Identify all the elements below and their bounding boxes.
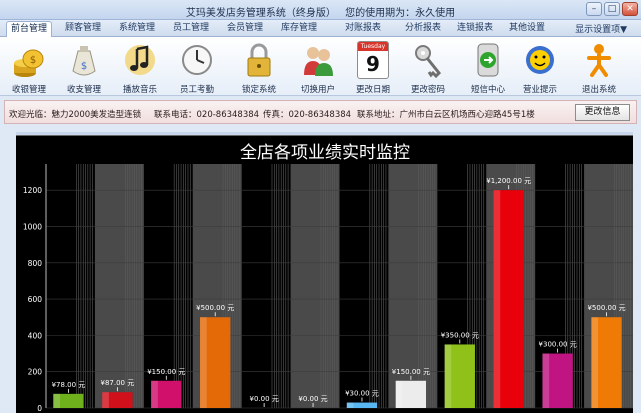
usage-period: 您的使用期为：永久使用 xyxy=(345,8,456,19)
play-music-button[interactable]: 播放音乐 xyxy=(117,39,163,95)
tab-reconcile-reports[interactable]: 对账报表 xyxy=(340,21,386,37)
bar-value-label: ¥500.00 元 xyxy=(196,304,234,312)
switch-user-button[interactable]: 切换用户 xyxy=(295,39,341,95)
minimize-button[interactable]: – xyxy=(586,2,602,16)
tab-customers[interactable]: 顾客管理 xyxy=(60,21,106,37)
maximize-button[interactable]: □ xyxy=(604,2,620,16)
bar-value-label: ¥30.00 元 xyxy=(345,390,379,398)
tab-staff[interactable]: 员工管理 xyxy=(168,21,214,37)
cashier-button[interactable]: $ 收银管理 xyxy=(6,39,52,95)
lock-system-button[interactable]: 锁定系统 xyxy=(236,39,282,95)
tab-members[interactable]: 会员管理 xyxy=(222,21,268,37)
phone-text: 联系电话：020-86348384 xyxy=(154,110,260,120)
smiley-icon xyxy=(526,46,554,74)
close-button[interactable]: ✕ xyxy=(622,2,638,16)
bar-value-label: ¥150.00 元 xyxy=(392,368,430,376)
chart-bar-highlight xyxy=(444,344,452,408)
exit-system-button[interactable]: 退出系统 xyxy=(576,39,622,95)
chart-bar-highlight xyxy=(200,317,207,408)
store-info-bar: 欢迎光临：魅力2000美发造型连锁 联系电话：020-86348384 传真：0… xyxy=(4,100,637,124)
calendar-date: 9 xyxy=(366,52,380,76)
tab-front-desk[interactable]: 前台管理 xyxy=(6,21,52,37)
welcome-text: 欢迎光临：魅力2000美发造型连锁 xyxy=(9,110,142,120)
chart-bar-highlight xyxy=(151,380,158,408)
change-date-label: 更改日期 xyxy=(355,85,390,95)
svg-text:$: $ xyxy=(30,55,36,66)
chart-bar-highlight xyxy=(395,380,403,408)
chart-bar-highlight xyxy=(591,317,599,408)
key-icon xyxy=(415,45,442,79)
y-tick-label: 1000 xyxy=(23,222,42,231)
title-bar: 艾玛美发店务管理系统（终身版） 您的使用期为：永久使用 – □ ✕ xyxy=(0,0,641,20)
calendar-icon: Tuesday 9 xyxy=(357,41,389,79)
money-bag-icon: $ xyxy=(72,46,96,76)
chart-bar-highlight xyxy=(346,402,354,408)
business-tips-button[interactable]: 营业提示 xyxy=(517,39,563,95)
bar-value-label: ¥150.00 元 xyxy=(147,368,185,376)
bar-value-label: ¥87.00 元 xyxy=(101,379,135,387)
app-title: 艾玛美发店务管理系统（终身版） xyxy=(185,8,336,19)
svg-text:$: $ xyxy=(81,61,87,72)
bar-value-label: ¥350.00 元 xyxy=(441,331,479,339)
main-tabs: 前台管理 顾客管理 系统管理 员工管理 会员管理 库存管理 对账报表 分析报表 … xyxy=(0,20,641,37)
exit-icon xyxy=(587,44,611,77)
chart-canvas: 0 200 400 600 800 1000 1200 ¥78.00 元 ¥87.00 元 ¥1… xyxy=(23,143,633,413)
window-title: 艾玛美发店务管理系统（终身版） 您的使用期为：永久使用 xyxy=(0,4,641,19)
padlock-icon xyxy=(247,43,271,77)
y-tick-label: 0 xyxy=(37,404,42,413)
sms-icon xyxy=(477,43,499,77)
tab-analysis-reports[interactable]: 分析报表 xyxy=(400,21,446,37)
display-settings-menu[interactable]: 显示设置项▼ xyxy=(575,22,627,35)
bar-value-label: ¥0.00 元 xyxy=(249,395,278,403)
sms-center-button[interactable]: 短信中心 xyxy=(465,39,511,95)
chart-bar-highlight xyxy=(53,393,60,408)
coins-icon: $ xyxy=(14,49,44,77)
switch-user-label: 切换用户 xyxy=(300,85,335,95)
chart-bar-highlight xyxy=(493,190,501,408)
income-expense-button[interactable]: $ 收支管理 xyxy=(61,39,107,95)
attendance-label: 员工考勤 xyxy=(179,85,214,95)
bar-value-label: ¥78.00 元 xyxy=(52,381,86,389)
y-tick-label: 1200 xyxy=(23,186,42,195)
app-window: 艾玛美发店务管理系统（终身版） 您的使用期为：永久使用 – □ ✕ 前台管理 顾… xyxy=(0,0,641,413)
exit-system-label: 退出系统 xyxy=(581,85,616,95)
lock-system-label: 锁定系统 xyxy=(241,85,276,95)
toolbar: $ 收银管理 $ 收支管理 播放音乐 员工考勤 锁定系统 切换用户 Tuesda… xyxy=(0,37,641,96)
music-note-icon xyxy=(125,45,155,75)
tab-inventory[interactable]: 库存管理 xyxy=(276,21,322,37)
change-info-button[interactable]: 更改信息 xyxy=(575,104,630,121)
business-tips-label: 营业提示 xyxy=(522,85,557,95)
attendance-button[interactable]: 员工考勤 xyxy=(174,39,220,95)
tab-system[interactable]: 系统管理 xyxy=(114,21,160,37)
y-tick-label: 800 xyxy=(28,259,43,268)
chart-title: 全店各项业绩实时监控 xyxy=(240,143,410,163)
y-tick-label: 400 xyxy=(28,331,43,340)
change-date-button[interactable]: Tuesday 9 更改日期 xyxy=(350,39,396,95)
calendar-weekday: Tuesday xyxy=(358,42,388,51)
cashier-label: 收银管理 xyxy=(11,85,46,95)
fax-text: 传真：020-86348384 xyxy=(263,110,352,120)
y-tick-label: 600 xyxy=(28,295,43,304)
income-expense-label: 收支管理 xyxy=(66,85,101,95)
chart-bar-highlight xyxy=(542,353,550,408)
sms-center-label: 短信中心 xyxy=(470,85,505,95)
bar-value-label: ¥0.00 元 xyxy=(298,395,327,403)
users-icon xyxy=(304,47,333,76)
change-password-label: 更改密码 xyxy=(410,85,445,95)
performance-chart: 0 200 400 600 800 1000 1200 ¥78.00 元 ¥87.00 元 ¥1… xyxy=(16,135,633,413)
change-password-button[interactable]: 更改密码 xyxy=(405,39,451,95)
address-text: 联系地址：广州市白云区机场西心迎路45号1楼 xyxy=(357,110,535,120)
bar-value-label: ¥500.00 元 xyxy=(587,304,625,312)
bar-value-label: ¥300.00 元 xyxy=(539,341,577,349)
y-tick-label: 200 xyxy=(28,368,43,377)
tab-chain-reports[interactable]: 连锁报表 xyxy=(452,21,498,37)
clock-icon xyxy=(182,45,212,75)
bar-value-label: ¥1,200.00 元 xyxy=(486,177,531,185)
chart-bar-highlight xyxy=(102,392,109,408)
play-music-label: 播放音乐 xyxy=(122,85,157,95)
tab-other-settings[interactable]: 其他设置 xyxy=(504,21,550,37)
